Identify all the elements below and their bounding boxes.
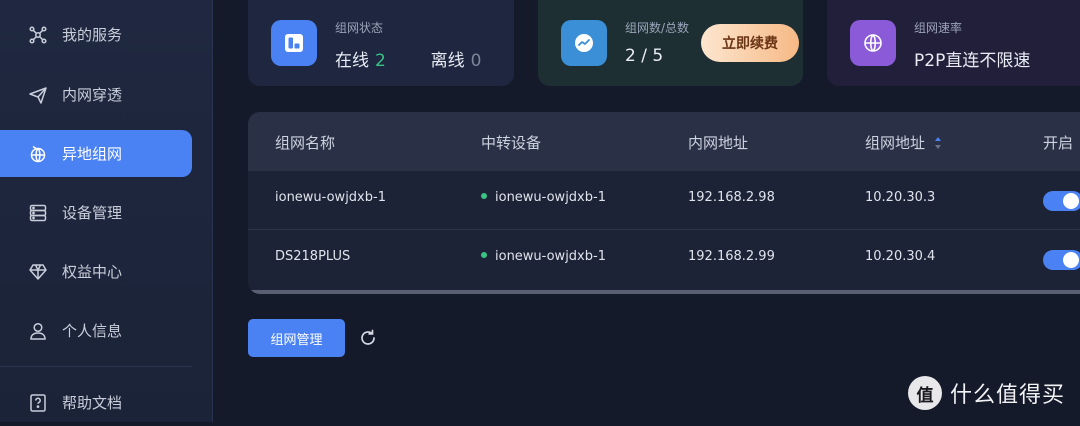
card-label: 组网速率 bbox=[914, 21, 963, 35]
sidebar: 我的服务 内网穿透 异地组网 设备管理 权益中心 个人信息 帮助文档 bbox=[0, 0, 213, 422]
watermark-text: 什么值得买 bbox=[950, 383, 1066, 408]
sidebar-item-benefits-center[interactable]: 权益中心 bbox=[0, 248, 192, 295]
sidebar-item-label: 我的服务 bbox=[62, 26, 123, 44]
globe-icon bbox=[850, 20, 896, 66]
column-header-enabled[interactable]: 开启 bbox=[1043, 132, 1073, 153]
enable-toggle[interactable] bbox=[1043, 191, 1080, 211]
sidebar-item-label: 个人信息 bbox=[62, 322, 123, 340]
column-header-net-ip-label: 组网地址 bbox=[865, 134, 926, 152]
card-label: 组网状态 bbox=[335, 21, 384, 35]
sort-icon[interactable] bbox=[934, 136, 942, 150]
globe-link-icon bbox=[28, 144, 48, 164]
online-count: 2 bbox=[375, 51, 386, 71]
network-count-card: 组网数/总数 2 / 5 立即续费 bbox=[538, 0, 803, 86]
online-offline-summary: 在线 2 离线 0 bbox=[335, 46, 481, 71]
network-table: 组网名称 中转设备 内网地址 组网地址 开启 ionewu-owjdxb-1 i… bbox=[248, 112, 1080, 294]
cell-name: ionewu-owjdxb-1 bbox=[275, 190, 386, 205]
horizontal-scrollbar[interactable] bbox=[248, 290, 1080, 294]
sidebar-item-intranet-tunnel[interactable]: 内网穿透 bbox=[0, 71, 192, 118]
renew-button[interactable]: 立即续费 bbox=[701, 24, 799, 62]
offline-label: 离线 bbox=[430, 51, 465, 71]
relay-device: ionewu-owjdxb-1 bbox=[495, 249, 606, 264]
sidebar-item-personal-info[interactable]: 个人信息 bbox=[0, 307, 192, 354]
sidebar-item-label: 帮助文档 bbox=[62, 394, 123, 412]
watermark-logo-char: 值 bbox=[916, 385, 934, 406]
cell-net-ip: 10.20.30.3 bbox=[865, 190, 936, 205]
online-status-dot bbox=[481, 251, 487, 258]
network-nodes-icon bbox=[28, 25, 48, 45]
sidebar-item-my-services[interactable]: 我的服务 bbox=[0, 11, 192, 58]
sidebar-item-label: 内网穿透 bbox=[62, 86, 123, 104]
watermark: 值 什么值得买 bbox=[908, 376, 1065, 410]
relay-device: ionewu-owjdxb-1 bbox=[495, 190, 606, 205]
cell-lan-ip: 192.168.2.98 bbox=[688, 190, 775, 205]
layout-icon bbox=[271, 20, 317, 66]
sidebar-divider bbox=[0, 366, 192, 367]
online-label: 在线 bbox=[335, 51, 369, 71]
network-count-value: 2 / 5 bbox=[625, 46, 664, 66]
sidebar-item-label: 权益中心 bbox=[62, 263, 123, 281]
network-status-card: 组网状态 在线 2 离线 0 bbox=[248, 0, 514, 86]
trend-icon bbox=[561, 20, 607, 66]
toggle-knob bbox=[1063, 193, 1079, 209]
help-doc-icon bbox=[28, 393, 48, 413]
cell-name: DS218PLUS bbox=[275, 249, 351, 264]
network-manage-button[interactable]: 组网管理 bbox=[248, 319, 345, 357]
network-speed-value: P2P直连不限速 bbox=[914, 51, 1031, 71]
network-speed-card: 组网速率 P2P直连不限速 bbox=[827, 0, 1080, 86]
column-header-relay[interactable]: 中转设备 bbox=[481, 132, 541, 153]
online-status-dot bbox=[481, 192, 487, 199]
column-header-lan-ip[interactable]: 内网地址 bbox=[688, 132, 748, 153]
cell-net-ip: 10.20.30.4 bbox=[865, 249, 936, 264]
card-label: 组网数/总数 bbox=[625, 21, 690, 35]
table-header: 组网名称 中转设备 内网地址 组网地址 开启 bbox=[248, 112, 1080, 171]
refresh-icon[interactable] bbox=[358, 328, 378, 348]
enable-toggle[interactable] bbox=[1043, 250, 1080, 270]
sidebar-item-help-docs[interactable]: 帮助文档 bbox=[0, 379, 192, 426]
sidebar-item-label: 异地组网 bbox=[62, 145, 123, 163]
server-icon bbox=[28, 203, 48, 223]
toggle-knob bbox=[1063, 252, 1079, 268]
paper-plane-icon bbox=[28, 85, 48, 105]
user-icon bbox=[28, 321, 48, 341]
table-row: DS218PLUS ionewu-owjdxb-1 192.168.2.99 1… bbox=[248, 230, 1080, 289]
cell-relay: ionewu-owjdxb-1 bbox=[481, 190, 606, 205]
cell-relay: ionewu-owjdxb-1 bbox=[481, 249, 606, 264]
offline-count: 0 bbox=[470, 51, 482, 71]
watermark-logo: 值 bbox=[908, 376, 942, 410]
sidebar-item-device-management[interactable]: 设备管理 bbox=[0, 189, 192, 236]
cell-lan-ip: 192.168.2.99 bbox=[688, 249, 775, 264]
column-header-net-ip[interactable]: 组网地址 bbox=[865, 132, 942, 153]
sidebar-item-label: 设备管理 bbox=[62, 204, 123, 222]
column-header-name[interactable]: 组网名称 bbox=[275, 132, 335, 153]
diamond-icon bbox=[28, 262, 48, 282]
table-row: ionewu-owjdxb-1 ionewu-owjdxb-1 192.168.… bbox=[248, 171, 1080, 230]
sidebar-item-remote-network[interactable]: 异地组网 bbox=[0, 130, 192, 177]
